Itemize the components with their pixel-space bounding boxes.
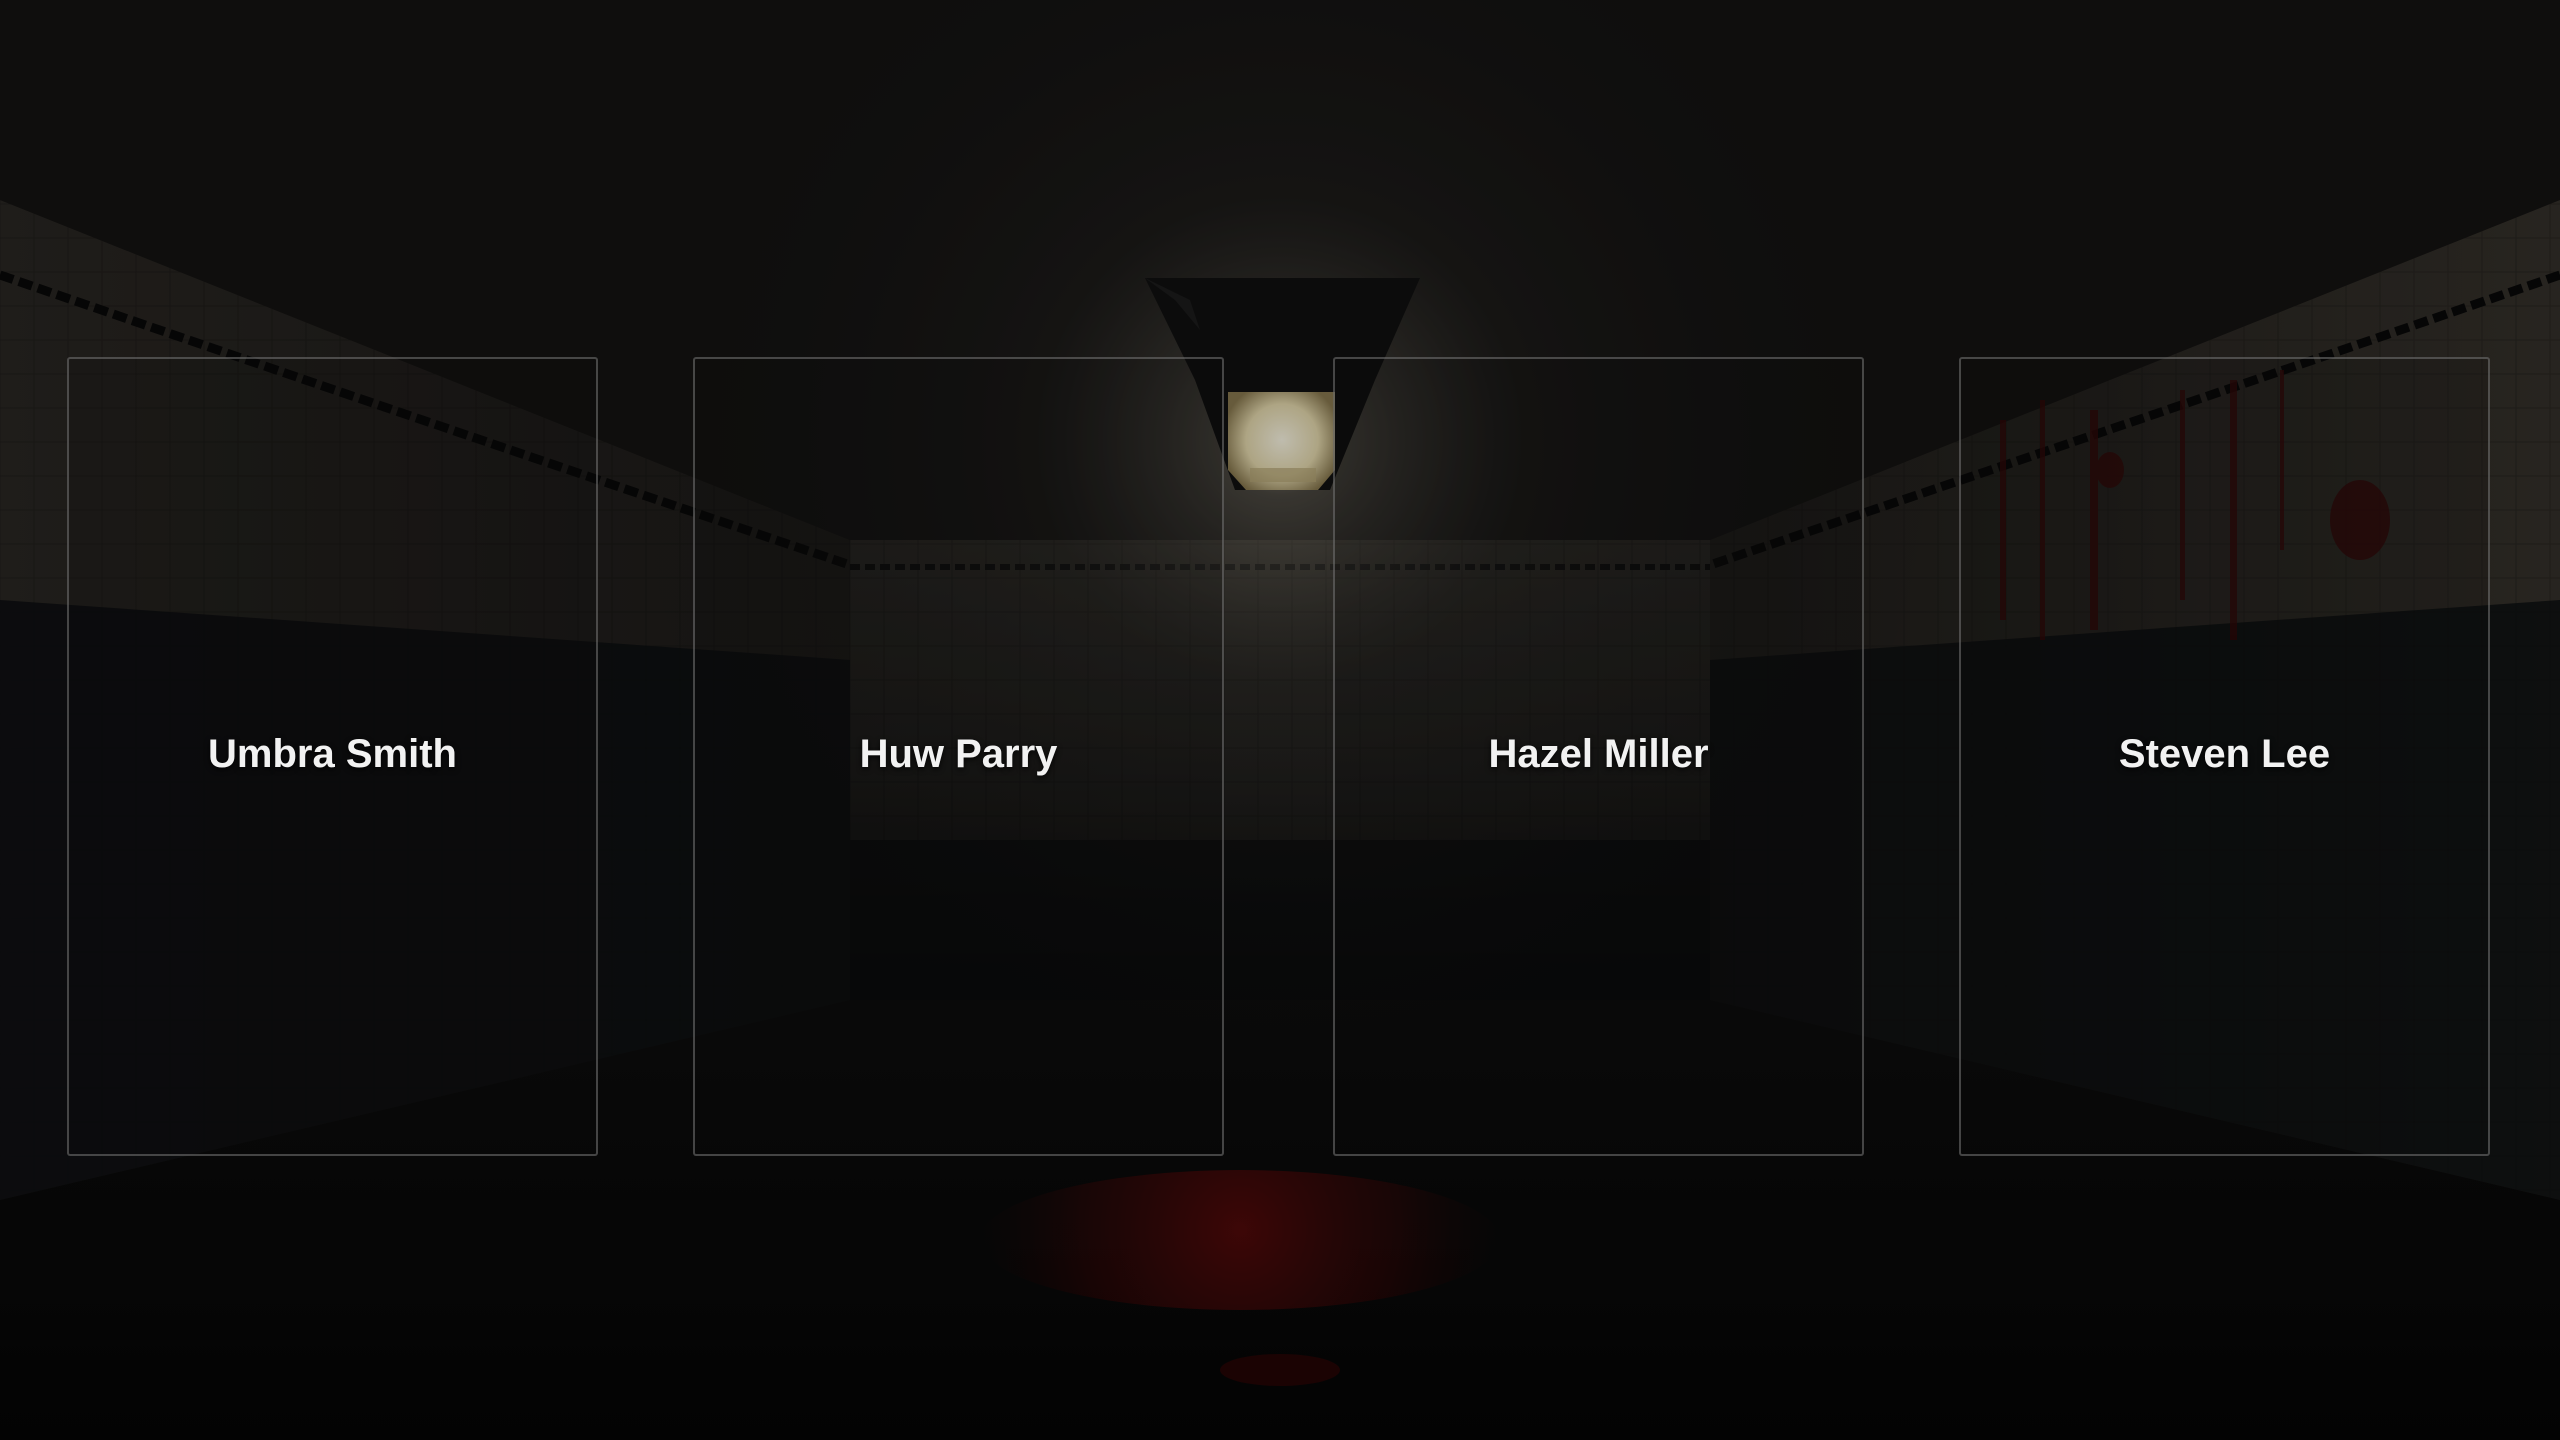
character-select: Umbra Smith Huw Parry Hazel Miller Steve…: [0, 0, 2560, 1440]
character-card-hazel-miller[interactable]: Hazel Miller: [1333, 357, 1864, 1156]
character-name: Hazel Miller: [1488, 732, 1709, 776]
character-name: Umbra Smith: [208, 732, 457, 776]
character-name: Huw Parry: [859, 732, 1058, 776]
character-card-umbra-smith[interactable]: Umbra Smith: [67, 357, 598, 1156]
character-card-steven-lee[interactable]: Steven Lee: [1959, 357, 2490, 1156]
character-card-huw-parry[interactable]: Huw Parry: [693, 357, 1224, 1156]
character-name: Steven Lee: [2118, 732, 2331, 776]
